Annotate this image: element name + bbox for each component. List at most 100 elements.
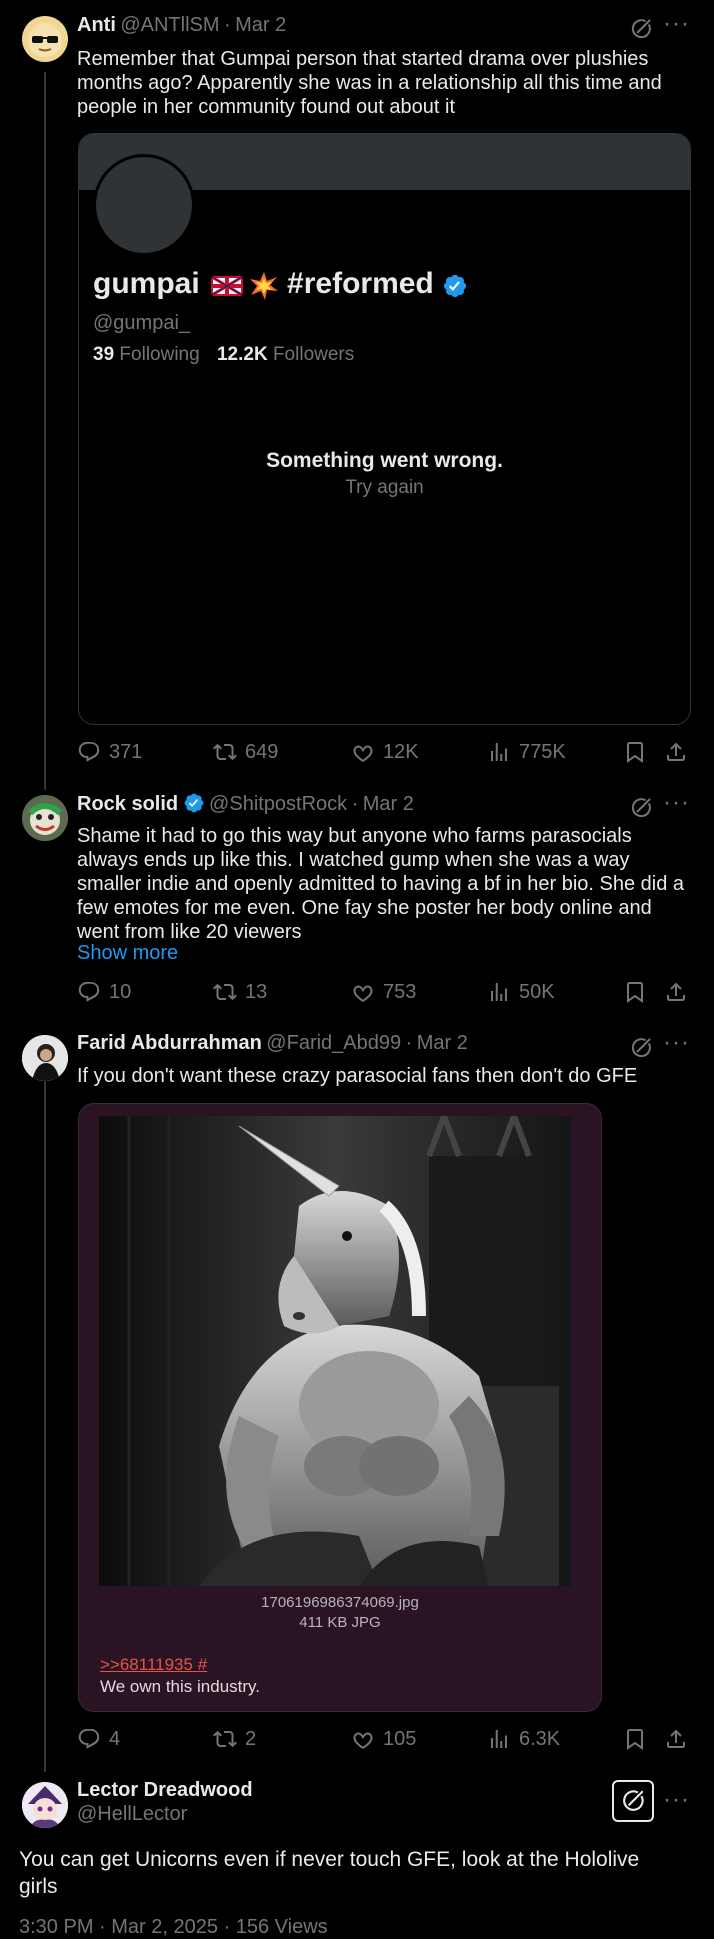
author-handle[interactable]: @Farid_Abd99 xyxy=(266,1032,401,1054)
share-button[interactable] xyxy=(664,740,688,764)
tweet-text: Shame it had to go this way but anyone w… xyxy=(77,825,685,943)
grok-button[interactable] xyxy=(612,1780,654,1822)
grok-icon[interactable] xyxy=(629,17,653,46)
bookmark-icon xyxy=(623,980,647,1004)
bookmark-icon xyxy=(623,1727,647,1751)
following-label[interactable]: Following xyxy=(119,344,199,365)
verified-icon xyxy=(442,273,468,304)
avatar[interactable] xyxy=(22,16,68,62)
following-count[interactable]: 39 xyxy=(93,344,114,365)
separator: · xyxy=(405,1032,413,1054)
profile-card[interactable]: gumpai #reformed @gumpai_ 39 Following 1… xyxy=(78,133,691,725)
like-count: 105 xyxy=(383,1727,417,1750)
more-icon[interactable]: ··· xyxy=(663,1786,690,1814)
views-button[interactable]: 6.3K xyxy=(487,1727,560,1751)
reply-count: 10 xyxy=(109,980,132,1003)
tweet-header: Farid Abdurrahman @Farid_Abd99 · Mar 2 xyxy=(77,1032,468,1055)
followers-count[interactable]: 12.2K xyxy=(217,344,268,365)
tweet-header: Rock solid @ShitpostRock · Mar 2 xyxy=(77,792,414,819)
flag-emoji xyxy=(210,273,244,304)
repost-count: 649 xyxy=(245,740,279,763)
profile-stats: 39 Following 12.2K Followers xyxy=(93,344,354,366)
grok-icon[interactable] xyxy=(629,796,653,825)
error-title: Something went wrong. xyxy=(266,449,503,472)
followers-label[interactable]: Followers xyxy=(273,344,354,365)
author-name[interactable]: Rock solid xyxy=(77,793,178,815)
reply-button[interactable]: 10 xyxy=(77,980,131,1004)
thread-line xyxy=(44,72,46,790)
views-button[interactable]: 775K xyxy=(487,740,566,764)
tweet-text: You can get Unicorns even if never touch… xyxy=(19,1848,640,1898)
author-handle[interactable]: @HellLector xyxy=(77,1803,187,1826)
repost-count: 13 xyxy=(245,980,268,1003)
like-button[interactable]: 105 xyxy=(351,1727,416,1751)
bookmark-button[interactable] xyxy=(623,980,647,1004)
repost-count: 2 xyxy=(245,1727,257,1750)
more-icon[interactable]: ··· xyxy=(663,789,690,817)
profile-hashtag: #reformed xyxy=(287,267,434,300)
thread-line xyxy=(44,1062,46,1772)
try-again-link[interactable]: Try again xyxy=(79,477,690,499)
views-icon xyxy=(487,1727,511,1751)
share-icon xyxy=(664,980,688,1004)
views-count: 50K xyxy=(519,980,555,1003)
like-button[interactable]: 753 xyxy=(351,980,416,1004)
separator: · xyxy=(351,793,359,815)
media-card[interactable]: 1706196986374069.jpg 411 KB JPG >>681119… xyxy=(78,1103,602,1712)
like-count: 12K xyxy=(383,740,419,763)
image-meta: 411 KB JPG xyxy=(299,1614,381,1631)
tweet-text: Remember that Gumpai person that started… xyxy=(77,48,662,118)
repost-icon xyxy=(213,980,237,1004)
like-icon xyxy=(351,980,375,1004)
repost-button[interactable]: 2 xyxy=(213,1727,256,1751)
like-icon xyxy=(351,740,375,764)
post-date[interactable]: Mar 2 xyxy=(363,793,414,815)
share-button[interactable] xyxy=(664,1727,688,1751)
avatar[interactable] xyxy=(22,1035,68,1081)
grok-icon[interactable] xyxy=(629,1036,653,1065)
like-count: 753 xyxy=(383,980,417,1003)
post-date[interactable]: Mar 2 xyxy=(417,1032,468,1054)
avatar[interactable] xyxy=(22,1782,68,1828)
bookmark-button[interactable] xyxy=(623,1727,647,1751)
share-button[interactable] xyxy=(664,980,688,1004)
author-handle[interactable]: @ShitpostRock xyxy=(209,793,347,815)
author-name[interactable]: Anti xyxy=(77,14,116,36)
profile-name-row: gumpai #reformed xyxy=(93,267,468,306)
more-icon[interactable]: ··· xyxy=(663,1029,690,1057)
reply-icon xyxy=(77,1727,101,1751)
bookmark-button[interactable] xyxy=(623,740,647,764)
bookmark-icon xyxy=(623,740,647,764)
repost-button[interactable]: 13 xyxy=(213,980,267,1004)
repost-icon xyxy=(213,740,237,764)
reply-button[interactable]: 4 xyxy=(77,1727,120,1751)
show-more-link[interactable]: Show more xyxy=(77,942,178,965)
like-button[interactable]: 12K xyxy=(351,740,419,764)
author-name[interactable]: Farid Abdurrahman xyxy=(77,1032,262,1054)
quote-link[interactable]: >>68111935 # xyxy=(100,1655,207,1675)
views-icon xyxy=(487,980,511,1004)
reply-count: 371 xyxy=(109,740,143,763)
tweet-header: Anti @ANTllSM · Mar 2 xyxy=(77,14,286,37)
views-button[interactable]: 50K xyxy=(487,980,555,1004)
avatar[interactable] xyxy=(22,795,68,841)
reply-icon xyxy=(77,740,101,764)
grok-icon xyxy=(623,1790,644,1811)
repost-button[interactable]: 649 xyxy=(213,740,278,764)
author-name[interactable]: Lector Dreadwood xyxy=(77,1779,253,1802)
reply-button[interactable]: 371 xyxy=(77,740,142,764)
verified-icon xyxy=(183,792,205,819)
profile-avatar xyxy=(93,154,195,256)
author-handle[interactable]: @ANTllSM xyxy=(120,14,219,36)
share-icon xyxy=(664,740,688,764)
views-count: 775K xyxy=(519,740,566,763)
unicorn-image[interactable] xyxy=(99,1116,571,1586)
image-filename[interactable]: 1706196986374069.jpg xyxy=(79,1594,601,1611)
more-icon[interactable]: ··· xyxy=(663,10,690,38)
like-icon xyxy=(351,1727,375,1751)
views-count: 6.3K xyxy=(519,1727,561,1750)
views-icon xyxy=(487,740,511,764)
post-date[interactable]: Mar 2 xyxy=(235,14,286,36)
tweet-text: If you don't want these crazy parasocial… xyxy=(77,1065,638,1087)
repost-icon xyxy=(213,1727,237,1751)
